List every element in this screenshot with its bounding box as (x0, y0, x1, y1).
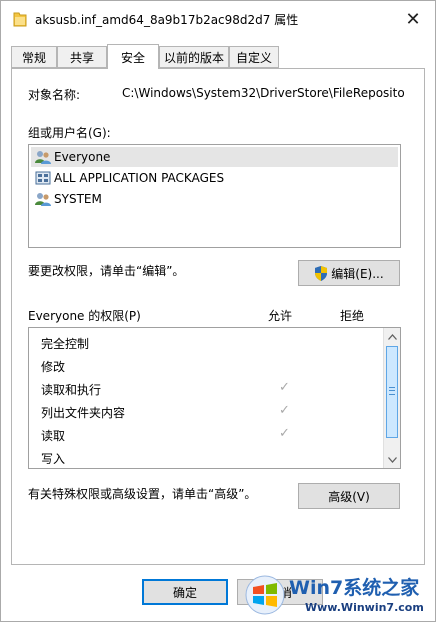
window-title: aksusb.inf_amd64_8a9b17b2ac98d2d7 属性 (35, 13, 299, 27)
permission-name: 读取 (41, 428, 66, 443)
permission-name: 完全控制 (41, 336, 90, 351)
permission-row-full-control: 完全控制 (41, 332, 89, 354)
permission-name: 写入 (41, 451, 66, 466)
ok-button[interactable]: 确定 (142, 579, 228, 605)
grip-icon (389, 387, 395, 395)
scroll-thumb[interactable] (386, 346, 398, 438)
group-name: ALL APPLICATION PACKAGES (54, 171, 225, 185)
scroll-up-arrow-icon[interactable] (384, 328, 400, 345)
users-group-icon (35, 193, 51, 206)
title-bar[interactable]: aksusb.inf_amd64_8a9b17b2ac98d2d7 属性 ✕ (1, 1, 435, 37)
object-name-label: 对象名称: (28, 88, 81, 102)
deny-column-header: 拒绝 (340, 309, 365, 323)
groups-listbox[interactable]: Everyone ALL APPLICATION PACKAGES SYSTEM (28, 144, 401, 248)
permission-row-modify: 修改 (41, 355, 65, 377)
tab-general[interactable]: 常规 (11, 46, 57, 68)
group-item-everyone[interactable]: Everyone (31, 147, 398, 167)
app-packages-icon (35, 171, 51, 185)
permission-name: 列出文件夹内容 (41, 405, 126, 420)
users-group-icon (35, 151, 51, 164)
allow-check-icon: ✓ (279, 403, 290, 418)
permission-row-list-folder: 列出文件夹内容 (41, 401, 125, 423)
uac-shield-icon (315, 265, 328, 281)
close-button[interactable]: ✕ (393, 3, 433, 35)
group-item-all-application-packages[interactable]: ALL APPLICATION PACKAGES (31, 168, 398, 188)
watermark-url: Www.Winwin7.com (305, 601, 424, 614)
permissions-label: Everyone 的权限(P) (28, 309, 141, 323)
allow-column-header: 允许 (268, 309, 293, 323)
edit-button-label: 编辑(E)... (331, 266, 384, 281)
windows-logo-icon (245, 575, 285, 615)
groups-label: 组或用户名(G): (28, 126, 111, 140)
watermark-brand: Win7系统之家 (289, 577, 420, 599)
allow-check-icon: ✓ (279, 426, 290, 441)
group-name: Everyone (54, 150, 111, 164)
permissions-list[interactable]: 完全控制 修改 读取和执行 ✓ 列出文件夹内容 ✓ 读取 ✓ 写入 (28, 327, 401, 469)
advanced-hint: 有关特殊权限或高级设置，请单击“高级”。 (28, 487, 257, 501)
permission-row-read-execute: 读取和执行 (41, 378, 101, 400)
properties-window: aksusb.inf_amd64_8a9b17b2ac98d2d7 属性 ✕ 常… (0, 0, 436, 622)
tab-previous-versions[interactable]: 以前的版本 (159, 46, 229, 68)
scroll-down-arrow-icon[interactable] (384, 451, 400, 468)
permission-row-read: 读取 (41, 424, 65, 446)
permission-name: 修改 (41, 359, 66, 374)
security-panel: 对象名称: C:\Windows\System32\DriverStore\Fi… (11, 68, 425, 565)
group-item-system[interactable]: SYSTEM (31, 189, 398, 209)
tab-sharing[interactable]: 共享 (57, 46, 107, 68)
permission-name: 读取和执行 (41, 382, 102, 397)
object-name-value: C:\Windows\System32\DriverStore\FileRepo… (122, 86, 404, 100)
tab-security[interactable]: 安全 (107, 44, 159, 69)
close-icon: ✕ (405, 8, 421, 30)
advanced-button[interactable]: 高级(V) (298, 483, 400, 509)
folder-icon (13, 12, 27, 27)
group-name: SYSTEM (54, 192, 102, 206)
permission-row-write: 写入 (41, 447, 66, 468)
tab-customize[interactable]: 自定义 (229, 46, 279, 68)
site-watermark: Win7系统之家 Www.Winwin7.com (241, 569, 435, 621)
allow-check-icon: ✓ (279, 380, 290, 395)
permissions-scrollbar[interactable] (383, 328, 400, 468)
edit-hint: 要更改权限，请单击“编辑”。 (28, 264, 185, 278)
edit-button[interactable]: 编辑(E)... (298, 260, 400, 286)
